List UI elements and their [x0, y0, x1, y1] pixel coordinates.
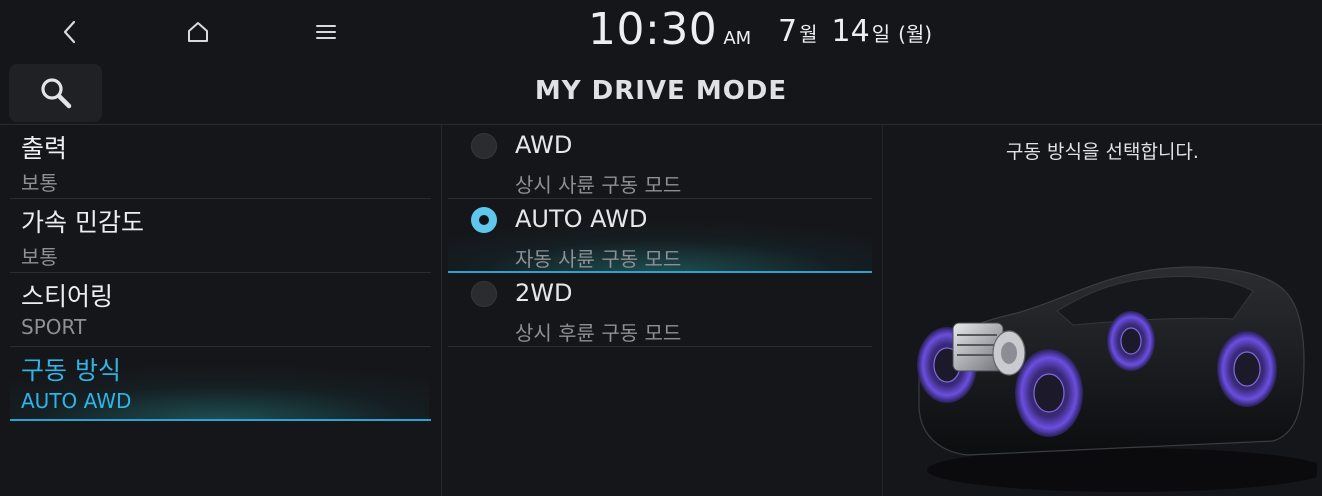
menu-button[interactable] [304, 10, 348, 54]
date-month: 7 [778, 14, 798, 49]
settings-item-accel-sensitivity[interactable]: 가속 민감도 보통 [0, 199, 441, 273]
active-underline [10, 419, 431, 421]
chevron-left-icon [63, 20, 76, 44]
date-weekday: (월) [898, 22, 933, 46]
status-bar: 10:30 AM 7 월 14 일 (월) [0, 0, 1322, 62]
settings-item-label: 출력 [21, 134, 68, 163]
back-button[interactable] [48, 10, 92, 54]
option-description: 상시 사륜 구동 모드 [515, 173, 682, 197]
settings-item-label: 스티어링 [21, 282, 114, 311]
detail-panel: 구동 방식을 선택합니다. [883, 125, 1322, 496]
clock-time: 10:30 [588, 4, 718, 55]
hamburger-menu-icon [316, 25, 336, 39]
settings-item-label: 구동 방식 [21, 356, 121, 385]
option-label: AWD [515, 131, 573, 159]
drive-type-options: AWD 상시 사륜 구동 모드 AUTO AWD 자동 사륜 구동 모드 2WD… [442, 125, 882, 496]
radio-button-selected[interactable] [471, 207, 497, 233]
date-day-unit: 일 [871, 22, 891, 46]
detail-description: 구동 방식을 선택합니다. [1006, 141, 1199, 163]
date-day: 14 [831, 14, 870, 49]
date: 7 월 14 일 (월) [778, 14, 932, 49]
option-description: 자동 사륜 구동 모드 [515, 247, 682, 271]
settings-item-steering[interactable]: 스티어링 SPORT [0, 273, 441, 347]
divider [448, 346, 872, 347]
car-drivetrain-illustration [917, 266, 1317, 492]
settings-item-power[interactable]: 출력 보통 [0, 125, 441, 199]
date-month-unit: 월 [799, 22, 818, 46]
settings-item-label: 가속 민감도 [21, 208, 144, 237]
page-title: MY DRIVE MODE [534, 76, 788, 106]
clock-ampm: AM [723, 28, 752, 49]
radio-button[interactable] [471, 281, 497, 307]
option-awd[interactable]: AWD 상시 사륜 구동 모드 [442, 125, 882, 199]
settings-item-value: SPORT [21, 315, 87, 339]
settings-item-value: 보통 [21, 171, 58, 195]
settings-list: 출력 보통 가속 민감도 보통 스티어링 SPORT 구동 방식 AUTO AW… [0, 125, 441, 496]
clock: 10:30 AM [588, 4, 751, 60]
option-label: 2WD [515, 279, 573, 307]
option-label: AUTO AWD [515, 205, 648, 233]
option-2wd[interactable]: 2WD 상시 후륜 구동 모드 [442, 273, 882, 347]
option-description: 상시 후륜 구동 모드 [515, 321, 682, 345]
home-button[interactable] [176, 10, 220, 54]
radio-button[interactable] [471, 133, 497, 159]
settings-item-drive-type[interactable]: 구동 방식 AUTO AWD [0, 347, 441, 421]
home-icon [188, 22, 208, 42]
option-auto-awd[interactable]: AUTO AWD 자동 사륜 구동 모드 [442, 199, 882, 273]
settings-item-value: 보통 [21, 245, 58, 269]
settings-item-value: AUTO AWD [21, 389, 132, 413]
